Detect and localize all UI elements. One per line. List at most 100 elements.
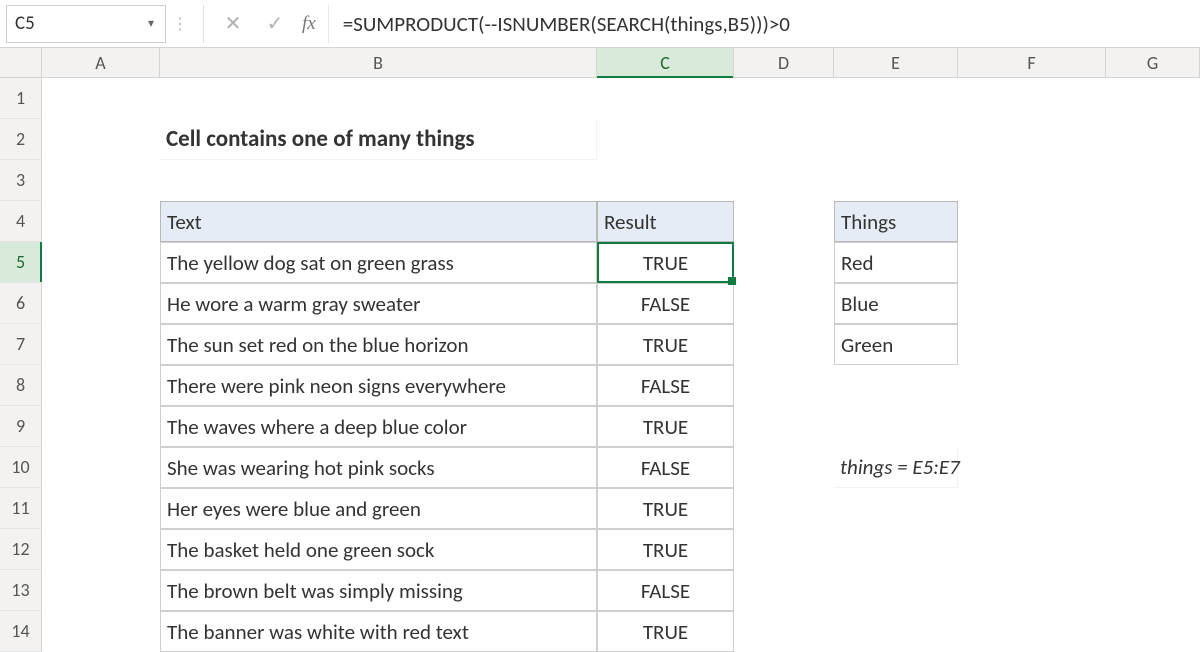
cell-E11[interactable]	[834, 488, 958, 529]
cell-B6[interactable]: He wore a warm gray sweater	[160, 283, 597, 324]
cell-A8[interactable]	[42, 365, 160, 406]
cell-F12[interactable]	[958, 529, 1106, 570]
cell-E12[interactable]	[834, 529, 958, 570]
cell-G6[interactable]	[1106, 283, 1200, 324]
row-header-14[interactable]: 14	[0, 611, 42, 652]
cell-C10[interactable]: FALSE	[597, 447, 734, 488]
cell-E13[interactable]	[834, 570, 958, 611]
cell-F11[interactable]	[958, 488, 1106, 529]
cell-B13[interactable]: The brown belt was simply missing	[160, 570, 597, 611]
cell-A14[interactable]	[42, 611, 160, 652]
cell-F14[interactable]	[958, 611, 1106, 652]
cell-G4[interactable]	[1106, 201, 1200, 242]
cell-E7[interactable]: Green	[834, 324, 958, 365]
cell-A9[interactable]	[42, 406, 160, 447]
row-header-10[interactable]: 10	[0, 447, 42, 488]
cell-C9[interactable]: TRUE	[597, 406, 734, 447]
cell-F4[interactable]	[958, 201, 1106, 242]
cell-B3[interactable]	[160, 160, 597, 201]
cell-D8[interactable]	[734, 365, 834, 406]
cell-F3[interactable]	[958, 160, 1106, 201]
cell-G1[interactable]	[1106, 78, 1200, 119]
select-all-corner[interactable]	[0, 48, 42, 77]
cell-C11[interactable]: TRUE	[597, 488, 734, 529]
cell-C8[interactable]: FALSE	[597, 365, 734, 406]
name-box[interactable]: C5 ▾	[6, 5, 166, 43]
cell-D6[interactable]	[734, 283, 834, 324]
col-header-E[interactable]: E	[834, 48, 958, 77]
row-header-2[interactable]: 2	[0, 119, 42, 160]
cell-G7[interactable]	[1106, 324, 1200, 365]
cell-B7[interactable]: The sun set red on the blue horizon	[160, 324, 597, 365]
cell-C1[interactable]	[597, 78, 734, 119]
cell-E8[interactable]	[834, 365, 958, 406]
cell-E2[interactable]	[834, 119, 958, 160]
col-header-C[interactable]: C	[597, 48, 734, 77]
row-header-7[interactable]: 7	[0, 324, 42, 365]
note[interactable]: things = E5:E7	[834, 447, 958, 488]
cell-G3[interactable]	[1106, 160, 1200, 201]
cell-G2[interactable]	[1106, 119, 1200, 160]
cell-B9[interactable]: The waves where a deep blue color	[160, 406, 597, 447]
row-header-4[interactable]: 4	[0, 201, 42, 242]
formula-input[interactable]: =SUMPRODUCT(--ISNUMBER(SEARCH(things,B5)…	[328, 5, 1200, 43]
cell-D12[interactable]	[734, 529, 834, 570]
cell-E3[interactable]	[834, 160, 958, 201]
fx-label[interactable]: fx	[296, 13, 322, 35]
cell-F6[interactable]	[958, 283, 1106, 324]
row-header-3[interactable]: 3	[0, 160, 42, 201]
cell-B1[interactable]	[160, 78, 597, 119]
cell-F13[interactable]	[958, 570, 1106, 611]
cell-F9[interactable]	[958, 406, 1106, 447]
cell-A2[interactable]	[42, 119, 160, 160]
page-title[interactable]: Cell contains one of many things	[160, 119, 597, 160]
cell-G13[interactable]	[1106, 570, 1200, 611]
row-header-11[interactable]: 11	[0, 488, 42, 529]
cell-B5[interactable]: The yellow dog sat on green grass	[160, 242, 597, 283]
cell-E5[interactable]: Red	[834, 242, 958, 283]
cell-C12[interactable]: TRUE	[597, 529, 734, 570]
cell-A1[interactable]	[42, 78, 160, 119]
cell-F5[interactable]	[958, 242, 1106, 283]
cell-D11[interactable]	[734, 488, 834, 529]
row-header-12[interactable]: 12	[0, 529, 42, 570]
cell-G8[interactable]	[1106, 365, 1200, 406]
cell-A5[interactable]	[42, 242, 160, 283]
row-header-5[interactable]: 5	[0, 242, 42, 283]
cell-A13[interactable]	[42, 570, 160, 611]
things-head[interactable]: Things	[834, 201, 958, 242]
cell-B12[interactable]: The basket held one green sock	[160, 529, 597, 570]
cell-A3[interactable]	[42, 160, 160, 201]
cell-D1[interactable]	[734, 78, 834, 119]
cell-F2[interactable]	[958, 119, 1106, 160]
cell-A6[interactable]	[42, 283, 160, 324]
table-head-result[interactable]: Result	[597, 201, 734, 242]
cell-E1[interactable]	[834, 78, 958, 119]
cell-F10[interactable]	[958, 447, 1106, 488]
cell-D13[interactable]	[734, 570, 834, 611]
cell-G5[interactable]	[1106, 242, 1200, 283]
cell-D10[interactable]	[734, 447, 834, 488]
cell-C14[interactable]: TRUE	[597, 611, 734, 652]
cell-D14[interactable]	[734, 611, 834, 652]
cell-A4[interactable]	[42, 201, 160, 242]
col-header-G[interactable]: G	[1106, 48, 1200, 77]
cell-C2[interactable]	[597, 119, 734, 160]
cell-D3[interactable]	[734, 160, 834, 201]
cell-A7[interactable]	[42, 324, 160, 365]
cell-G12[interactable]	[1106, 529, 1200, 570]
cell-C5[interactable]: TRUE	[597, 242, 734, 283]
col-header-D[interactable]: D	[734, 48, 834, 77]
cell-A11[interactable]	[42, 488, 160, 529]
col-header-F[interactable]: F	[958, 48, 1106, 77]
cell-E9[interactable]	[834, 406, 958, 447]
cell-G14[interactable]	[1106, 611, 1200, 652]
cell-C13[interactable]: FALSE	[597, 570, 734, 611]
cell-B10[interactable]: She was wearing hot pink socks	[160, 447, 597, 488]
col-header-A[interactable]: A	[42, 48, 160, 77]
cell-B8[interactable]: There were pink neon signs everywhere	[160, 365, 597, 406]
cell-E6[interactable]: Blue	[834, 283, 958, 324]
cell-D9[interactable]	[734, 406, 834, 447]
cell-E14[interactable]	[834, 611, 958, 652]
cell-D7[interactable]	[734, 324, 834, 365]
